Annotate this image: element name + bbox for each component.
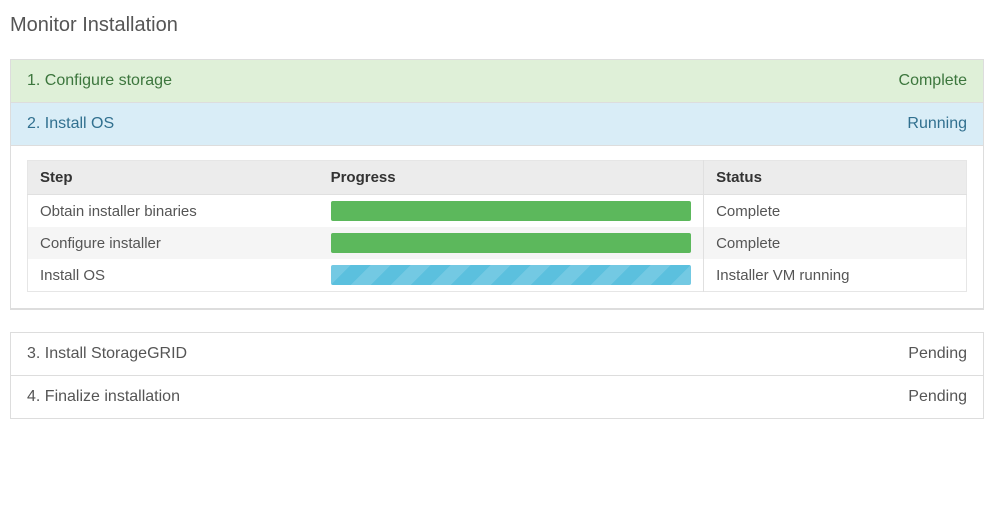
steps-panel: Step Progress Status Obtain installer bi…: [11, 146, 983, 309]
stages-panel-lower: 3. Install StorageGRID Pending 4. Finali…: [10, 332, 984, 419]
stage-install-os[interactable]: 2. Install OS Running: [11, 103, 983, 146]
table-row: Obtain installer binaries Complete: [28, 195, 967, 228]
stage-status: Complete: [899, 72, 967, 90]
stage-title: 1. Configure storage: [27, 72, 172, 90]
step-progress: [319, 195, 704, 228]
step-name: Obtain installer binaries: [28, 195, 319, 228]
table-row: Configure installer Complete: [28, 227, 967, 259]
stage-configure-storage[interactable]: 1. Configure storage Complete: [11, 60, 983, 103]
stage-status: Running: [907, 115, 967, 133]
progress-bar: [331, 233, 691, 253]
col-header-progress: Progress: [319, 161, 704, 195]
step-progress: [319, 227, 704, 259]
steps-table: Step Progress Status Obtain installer bi…: [27, 160, 967, 292]
step-status: Installer VM running: [704, 259, 967, 292]
step-progress: [319, 259, 704, 292]
progress-bar: [331, 201, 691, 221]
stage-status: Pending: [908, 345, 967, 363]
page-title: Monitor Installation: [10, 14, 984, 37]
progress-bar: [331, 265, 691, 285]
step-name: Configure installer: [28, 227, 319, 259]
stage-title: 2. Install OS: [27, 115, 114, 133]
stage-title: 4. Finalize installation: [27, 388, 180, 406]
stages-panel-upper: 1. Configure storage Complete 2. Install…: [10, 59, 984, 310]
col-header-step: Step: [28, 161, 319, 195]
stage-install-storagegrid[interactable]: 3. Install StorageGRID Pending: [11, 333, 983, 376]
col-header-status: Status: [704, 161, 967, 195]
step-name: Install OS: [28, 259, 319, 292]
table-row: Install OS Installer VM running: [28, 259, 967, 292]
step-status: Complete: [704, 227, 967, 259]
stage-status: Pending: [908, 388, 967, 406]
stage-finalize-installation[interactable]: 4. Finalize installation Pending: [11, 376, 983, 418]
stage-title: 3. Install StorageGRID: [27, 345, 187, 363]
step-status: Complete: [704, 195, 967, 228]
